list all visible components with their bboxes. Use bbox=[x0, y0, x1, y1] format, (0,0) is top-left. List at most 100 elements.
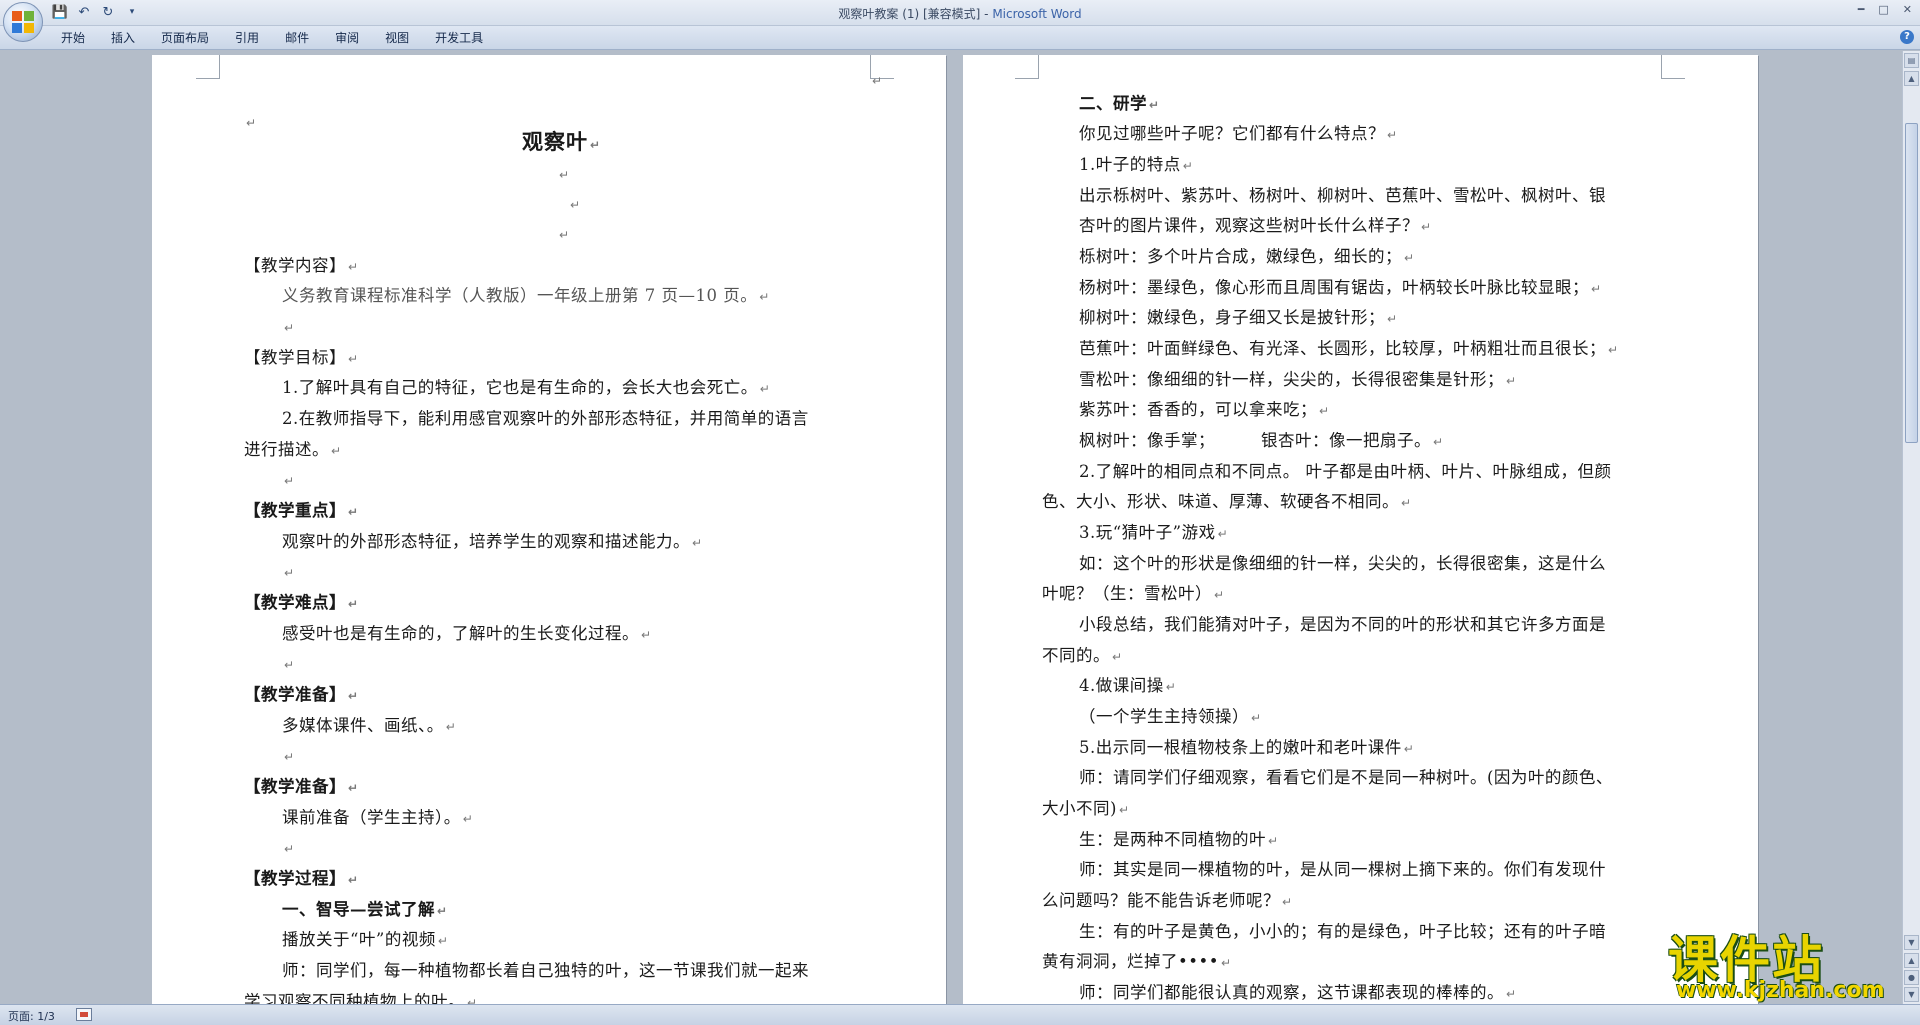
document-area[interactable]: ↵ ↵ 观察叶 ↵ ↵ ↵ ↵ 【教学内容】 ↵ 义务教育课程标准科学（人教版）一年… bbox=[0, 51, 1902, 1004]
status-bar: 页面: 1/3 bbox=[0, 1004, 1920, 1025]
paragraph-mark: ↵ bbox=[284, 658, 295, 672]
crop-mark bbox=[1015, 55, 1039, 79]
body-line: 如：这个叶的形状是像细细的针一样，尖尖的，长得很密集，这是什么 bbox=[1079, 554, 1606, 573]
scroll-thumb[interactable] bbox=[1905, 123, 1918, 443]
section-heading: 【教学内容】 ↵ bbox=[244, 256, 359, 275]
subsection-heading: 一、智导—尝试了解 ↵ bbox=[282, 900, 448, 919]
body-line: 黄有洞洞，烂掉了•••• ↵ bbox=[1042, 952, 1232, 971]
tab-view[interactable]: 视图 bbox=[372, 30, 422, 46]
scroll-down-icon[interactable]: ▼ bbox=[1904, 935, 1919, 950]
section-heading: 【教学重点】 ↵ bbox=[244, 501, 359, 520]
body-line: 大小不同) ↵ bbox=[1042, 799, 1130, 818]
section-heading: 【教学过程】 ↵ bbox=[244, 869, 359, 888]
body-line: 师：同学们，每一种植物都长着自己独特的叶，这一节课我们就一起来 bbox=[282, 961, 809, 980]
body-line: 枫树叶：像手掌； 银杏叶：像一把扇子。 ↵ bbox=[1079, 431, 1444, 450]
body-line: 小段总结，我们能猜对叶子，是因为不同的叶的形状和其它许多方面是 bbox=[1079, 615, 1606, 634]
watermark-url: www.kjzhan.com bbox=[1676, 978, 1885, 1003]
tab-review[interactable]: 审阅 bbox=[322, 30, 372, 46]
body-line: 叶呢？（生：雪松叶） ↵ bbox=[1042, 584, 1225, 603]
body-line: 柳树叶：嫩绿色，身子细又长是披针形； ↵ bbox=[1079, 308, 1398, 327]
body-line: 播放关于“叶”的视频 ↵ bbox=[282, 930, 449, 949]
paragraph-mark: ↵ bbox=[284, 474, 295, 488]
body-line: 你见过哪些叶子呢？它们都有什么特点？ ↵ bbox=[1079, 124, 1398, 143]
body-line: 课前准备（学生主持）。 ↵ bbox=[282, 808, 474, 827]
tab-page-layout[interactable]: 页面布局 bbox=[148, 30, 222, 46]
body-line: 紫苏叶：香香的，可以拿来吃； ↵ bbox=[1079, 400, 1330, 419]
paragraph-mark: ↵ bbox=[872, 74, 883, 88]
maximize-icon[interactable]: □ bbox=[1878, 3, 1888, 16]
paragraph-mark: ↵ bbox=[246, 116, 257, 130]
body-line: 义务教育课程标准科学（人教版）一年级上册第 7 页—10 页。 ↵ bbox=[282, 286, 770, 305]
body-line: 芭蕉叶：叶面鲜绿色、有光泽、长圆形，比较厚，叶柄粗壮而且很长； ↵ bbox=[1079, 339, 1619, 358]
subsection-heading: 二、研学 ↵ bbox=[1079, 94, 1160, 113]
body-line: 进行描述。 ↵ bbox=[244, 440, 342, 459]
body-line: 不同的。 ↵ bbox=[1042, 646, 1123, 665]
body-line: 感受叶也是有生命的，了解叶的生长变化过程。 ↵ bbox=[282, 624, 652, 643]
body-line: 生：有的叶子是黄色，小小的；有的是绿色，叶子比较；还有的叶子暗 bbox=[1079, 922, 1606, 941]
page-count[interactable]: 页面: 1/3 bbox=[8, 1008, 55, 1024]
page-title: 观察叶 ↵ bbox=[522, 129, 602, 154]
window-title: 观察叶教案 (1) [兼容模式] - Microsoft Word bbox=[0, 5, 1920, 22]
body-line: 4.做课间操 ↵ bbox=[1079, 676, 1177, 695]
body-line: 学习观察不同种植物上的叶。 ↵ bbox=[244, 992, 478, 1004]
body-line: 师：同学们都能很认真的观察，这节课都表现的棒棒的。 ↵ bbox=[1079, 983, 1517, 1002]
body-line: 色、大小、形状、味道、厚薄、软硬各不相同。 ↵ bbox=[1042, 492, 1412, 511]
title-bar: 💾 ↶ ↻ ▾ 观察叶教案 (1) [兼容模式] - Microsoft Wor… bbox=[0, 0, 1920, 26]
body-line: 3.玩“猜叶子”游戏 ↵ bbox=[1079, 523, 1229, 542]
section-heading: 【教学难点】 ↵ bbox=[244, 593, 359, 612]
section-heading: 【教学目标】 ↵ bbox=[244, 348, 359, 367]
body-line: （一个学生主持领操） ↵ bbox=[1079, 707, 1262, 726]
window-controls: ━ □ ✕ bbox=[1858, 3, 1912, 16]
tab-references[interactable]: 引用 bbox=[222, 30, 272, 46]
body-line: 1.叶子的特点 ↵ bbox=[1079, 155, 1194, 174]
body-line: 2.了解叶的相同点和不同点。 叶子都是由叶柄、叶片、叶脉组成，但颜 bbox=[1079, 462, 1612, 481]
ribbon-tabs: 开始 插入 页面布局 引用 邮件 审阅 视图 开发工具 bbox=[48, 30, 496, 46]
office-logo-icon bbox=[12, 11, 34, 33]
minimize-icon[interactable]: ━ bbox=[1858, 3, 1865, 16]
title-text: 观察叶 bbox=[522, 129, 588, 154]
vertical-scrollbar[interactable]: ▤ ▲ ▼ ▲ ● ▼ bbox=[1902, 51, 1920, 1004]
paragraph-mark: ↵ bbox=[559, 168, 570, 182]
paragraph-mark: ↵ bbox=[284, 566, 295, 580]
watermark: 课件站 www.kjzhan.com bbox=[1668, 920, 1904, 1004]
body-line: 生：是两种不同植物的叶 ↵ bbox=[1079, 830, 1279, 849]
body-line: 出示栎树叶、紫苏叶、杨树叶、柳树叶、芭蕉叶、雪松叶、枫树叶、银 bbox=[1079, 186, 1606, 205]
ruler-toggle-icon[interactable]: ▤ bbox=[1904, 53, 1919, 68]
section-heading: 【教学准备】 ↵ bbox=[244, 777, 359, 796]
body-line: 2.在教师指导下，能利用感官观察叶的外部形态特征，并用简单的语言 bbox=[282, 409, 809, 428]
body-line: 师：请同学们仔细观察，看看它们是不是同一种树叶。(因为叶的颜色、 bbox=[1079, 768, 1613, 787]
ribbon: 开始 插入 页面布局 引用 邮件 审阅 视图 开发工具 ? bbox=[0, 26, 1920, 50]
paragraph-mark: ↵ bbox=[284, 321, 295, 335]
crop-mark bbox=[1661, 55, 1685, 79]
body-line: 1.了解叶具有自己的特征，它也是有生命的，会长大也会死亡。 ↵ bbox=[282, 378, 771, 397]
tab-home[interactable]: 开始 bbox=[48, 30, 98, 46]
close-icon[interactable]: ✕ bbox=[1903, 3, 1912, 16]
crop-mark bbox=[196, 55, 220, 79]
right-page[interactable]: 二、研学 ↵ 你见过哪些叶子呢？它们都有什么特点？ ↵ 1.叶子的特点 ↵ 出示栎树叶… bbox=[963, 55, 1758, 1004]
paragraph-mark: ↵ bbox=[284, 750, 295, 764]
browse-object-icon[interactable]: ● bbox=[1904, 970, 1919, 985]
body-line: 观察叶的外部形态特征，培养学生的观察和描述能力。 ↵ bbox=[282, 532, 703, 551]
body-line: 5.出示同一根植物枝条上的嫩叶和老叶课件 ↵ bbox=[1079, 738, 1415, 757]
tab-mailings[interactable]: 邮件 bbox=[272, 30, 322, 46]
body-line: 多媒体课件、画纸、。 ↵ bbox=[282, 716, 457, 735]
body-line: 雪松叶：像细细的针一样，尖尖的，长得很密集是针形； ↵ bbox=[1079, 370, 1517, 389]
body-line: 杏叶的图片课件，观察这些树叶长什么样子？ ↵ bbox=[1079, 216, 1432, 235]
paragraph-mark: ↵ bbox=[284, 842, 295, 856]
help-icon[interactable]: ? bbox=[1900, 30, 1914, 44]
left-page[interactable]: ↵ ↵ 观察叶 ↵ ↵ ↵ ↵ 【教学内容】 ↵ 义务教育课程标准科学（人教版）一年… bbox=[152, 55, 946, 1004]
paragraph-mark: ↵ bbox=[559, 228, 570, 242]
tab-developer[interactable]: 开发工具 bbox=[422, 30, 496, 46]
macro-record-icon[interactable] bbox=[76, 1008, 92, 1021]
scroll-up-icon[interactable]: ▲ bbox=[1904, 71, 1919, 86]
office-button[interactable] bbox=[3, 2, 43, 42]
tab-insert[interactable]: 插入 bbox=[98, 30, 148, 46]
next-page-icon[interactable]: ▼ bbox=[1904, 987, 1919, 1002]
paragraph-mark: ↵ bbox=[570, 198, 581, 212]
previous-page-icon[interactable]: ▲ bbox=[1904, 953, 1919, 968]
document-title: 观察叶教案 (1) [兼容模式] - bbox=[838, 7, 993, 21]
app-name: Microsoft Word bbox=[992, 7, 1082, 21]
body-line: 栎树叶：多个叶片合成，嫩绿色，细长的； ↵ bbox=[1079, 247, 1415, 266]
section-heading: 【教学准备】 ↵ bbox=[244, 685, 359, 704]
body-line: 么问题吗？能不能告诉老师呢？ ↵ bbox=[1042, 891, 1293, 910]
